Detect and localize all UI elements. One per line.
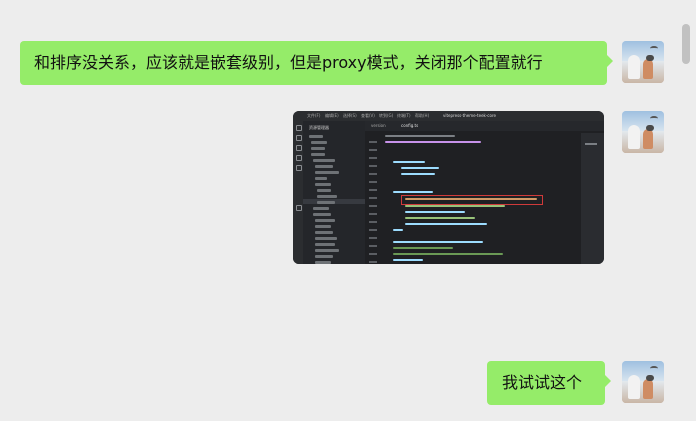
avatar[interactable] (622, 41, 664, 83)
message-bubble[interactable]: 和排序没关系，应该就是嵌套级别，但是proxy模式，关闭那个配置就行 (20, 41, 613, 85)
message-bubble[interactable]: 我试试这个 (487, 361, 611, 405)
ide-menu-file: 文件(F) (307, 113, 321, 118)
tab-version: version (371, 123, 386, 128)
ide-side-panel (581, 133, 604, 264)
extensions-icon (296, 165, 302, 171)
ide-window-title: vitepress-theme-teek-core (443, 113, 496, 118)
ide-tab-bar: version config.ts (365, 121, 604, 131)
git-icon (296, 145, 302, 151)
ide-file-explorer: 资源管理器 (303, 121, 365, 264)
ide-menu-help: 帮助(H) (415, 113, 430, 118)
avatar[interactable] (622, 111, 664, 153)
ide-menu-select: 选择(S) (343, 113, 357, 118)
ide-activity-bar (293, 121, 303, 264)
search-icon (296, 135, 302, 141)
files-icon (296, 125, 302, 131)
chat-scrollbar[interactable] (682, 24, 690, 64)
ide-line-numbers (365, 131, 381, 264)
tab-config: config.ts (401, 123, 419, 128)
message-text: 和排序没关系，应该就是嵌套级别，但是proxy模式，关闭那个配置就行 (34, 53, 543, 72)
debug-icon (296, 155, 302, 161)
explorer-title: 资源管理器 (309, 125, 329, 130)
message-image[interactable]: 文件(F) 编辑(E) 选择(S) 查看(V) 转到(G) 终端(T) 帮助(H… (293, 111, 604, 264)
ide-menu-view: 查看(V) (361, 113, 375, 118)
avatar[interactable] (622, 361, 664, 403)
message-text: 我试试这个 (502, 373, 583, 392)
ide-titlebar: 文件(F) 编辑(E) 选择(S) 查看(V) 转到(G) 终端(T) 帮助(H… (293, 111, 604, 121)
highlight-box (401, 195, 543, 205)
ide-menu-goto: 转到(G) (379, 113, 394, 118)
settings-icon (296, 205, 302, 211)
ide-menu-terminal: 终端(T) (397, 113, 411, 118)
ide-menu-edit: 编辑(E) (325, 113, 339, 118)
